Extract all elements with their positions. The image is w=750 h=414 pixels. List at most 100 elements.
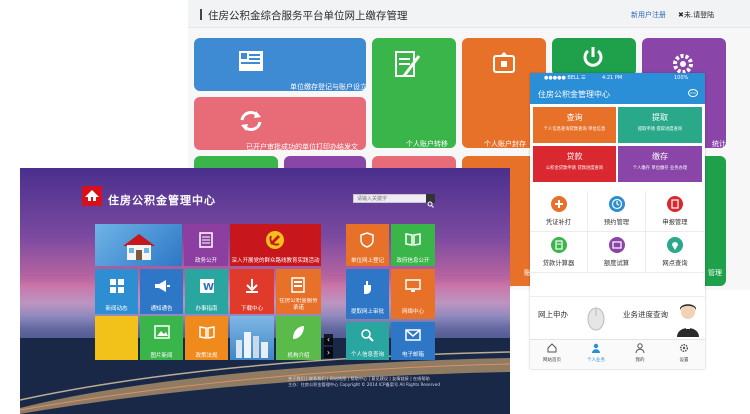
tile-query[interactable]: 查询 个人信息查询贷款查询 单位信息	[533, 107, 616, 143]
bottom-nav: 网站首页 个人业务 我的 设置	[530, 339, 705, 369]
service-label: 申报管理	[662, 219, 688, 226]
center-title: 住房公积金管理中心	[108, 194, 216, 207]
status-time: 4:21 PM	[602, 75, 623, 81]
tile-withdraw-approval[interactable]: 提取网上审批	[346, 269, 389, 319]
nav-home[interactable]: 网站首页	[532, 342, 572, 368]
online-apply-link[interactable]: 网上申办	[538, 309, 568, 320]
picture-icon	[154, 325, 170, 339]
portal-header: 住房公积金综合服务平台单位网上缴存管理 新用户注册 ✖未.请登陆	[188, 0, 750, 28]
status-bar: ●●●●● BELL ☰ 4:21 PM 100%	[530, 73, 705, 83]
location-pin-icon	[667, 237, 683, 253]
tile-party-activity[interactable]: 深入开展党的群众路线教育实践活动	[230, 224, 321, 266]
login-link[interactable]: ✖未.请登陆	[678, 10, 714, 20]
service-voucher-reprint[interactable]: 凭证补打	[530, 191, 588, 232]
tile-policy[interactable]: 政策法规	[185, 316, 228, 360]
search-icon	[427, 201, 434, 208]
tile-label: 个人信息查询	[350, 352, 384, 358]
tile-label: 已开户审批成功的单位打印办结发文	[246, 143, 358, 150]
service-quota-trial[interactable]: 额度试算	[588, 232, 646, 273]
service-appointment[interactable]: 预约管理	[588, 191, 646, 232]
tile-label: 单位网上登记	[350, 258, 384, 264]
tile-print-notice[interactable]: 已开户审批成功的单位打印办结发文	[194, 97, 366, 150]
document-icon	[199, 232, 213, 248]
tile-label: 图片新闻	[150, 353, 173, 359]
tile-house-banner[interactable]	[95, 224, 182, 266]
tile-gov-info[interactable]: 政府信息公开	[391, 224, 435, 266]
agent-avatar-image	[677, 304, 699, 337]
service-label: 预约管理	[603, 219, 630, 226]
party-emblem-icon	[266, 231, 284, 249]
tile-label: 提取网上审批	[350, 309, 384, 315]
service-branch-query[interactable]: 网点查询	[646, 232, 704, 273]
progress-query-link[interactable]: 业务进度查询	[623, 309, 668, 320]
tile-gov-affairs[interactable]: 政务公开	[184, 224, 228, 266]
tile-photo-news[interactable]: 图片新闻	[140, 316, 183, 360]
tile-notices[interactable]: 通知通告	[140, 269, 183, 314]
tile-subtitle: 公积金贷款申请 贷款进度查询	[545, 166, 604, 171]
hand-icon	[364, 281, 371, 294]
nav-label: 个人业务	[587, 358, 605, 363]
calculator-icon	[551, 237, 567, 253]
tile-title: 缴存	[652, 152, 668, 161]
download-icon	[246, 279, 258, 293]
tile-label: 管理	[708, 269, 722, 277]
service-label: 贷款计算器	[542, 260, 575, 267]
magnifier-icon	[361, 329, 374, 342]
tile-news[interactable]: 新闻动态	[95, 269, 138, 314]
service-declaration[interactable]: 申报管理	[646, 191, 704, 232]
tile-unit-online-registration[interactable]: 单位网上登记	[346, 224, 389, 266]
megaphone-icon	[155, 280, 170, 292]
tile-subtitle: 提取申请 提取进度查询	[637, 127, 683, 132]
tray-icon	[493, 52, 515, 73]
document-icon	[667, 196, 683, 212]
clock-icon	[609, 196, 625, 212]
register-link[interactable]: 新用户注册	[631, 10, 666, 20]
tile-withdraw[interactable]: 提取 提取申请 提取进度查询	[618, 107, 702, 143]
book-icon	[405, 233, 421, 246]
grid-icon	[110, 279, 124, 293]
document-list-icon	[291, 277, 305, 293]
service-label: 网点查询	[662, 260, 688, 267]
tile-download[interactable]: 下载中心	[230, 269, 274, 314]
tile-service-promise[interactable]: 住房公积金服务承诺	[276, 269, 321, 314]
prev-arrow[interactable]: ‹	[324, 334, 333, 345]
power-icon	[583, 47, 603, 67]
tile-power[interactable]	[552, 38, 636, 76]
footer-copyright: 主办：住房公积金管理中心 Copyright © 2014 ICP备案号 All…	[288, 382, 441, 387]
plus-icon	[551, 196, 567, 212]
search-button[interactable]	[426, 194, 435, 208]
tile-label: 个人账户封存	[484, 140, 526, 148]
tile-city-photo[interactable]	[230, 316, 274, 360]
user-icon	[635, 343, 645, 353]
book-icon	[199, 326, 215, 339]
service-loan-calculator[interactable]: 贷款计算器	[530, 232, 588, 273]
logo	[82, 186, 102, 206]
tile-org-intro[interactable]: 机构介绍	[276, 316, 321, 360]
shield-icon	[360, 232, 374, 248]
tile-subtitle: 个人信息查询贷款查询 单位信息	[543, 127, 606, 132]
tile-label: 住房公积金服务承诺	[279, 298, 318, 311]
tile-network-center[interactable]: 网络中心	[391, 269, 435, 319]
tile-guide[interactable]: W 办事指南	[185, 269, 228, 314]
tile-loan[interactable]: 贷款 公积金贷款申请 贷款进度查询	[533, 146, 616, 182]
tile-deposit[interactable]: 缴存 个人缴存 单位缴存 业务办理	[618, 146, 702, 182]
screenshot-collage: 住房公积金综合服务平台单位网上缴存管理 新用户注册 ✖未.请登陆 单位缴存登记与…	[0, 0, 750, 414]
tile-edit[interactable]: 个人账户转移	[372, 38, 456, 148]
nav-settings[interactable]: 设置	[664, 342, 704, 368]
nav-personal[interactable]: 个人业务	[576, 342, 616, 368]
chat-icon[interactable]	[688, 89, 698, 98]
next-arrow[interactable]: ›	[324, 347, 333, 358]
tile-unit-registration[interactable]: 单位缴存登记与账户设立	[194, 38, 366, 91]
portal-title-text: 住房公积金综合服务平台单位网上缴存管理	[208, 10, 408, 22]
search-input[interactable]: 请输入关键字	[353, 194, 435, 203]
tile-yellow[interactable]	[95, 316, 138, 360]
promo-banner[interactable]: 网上申办 业务进度查询	[530, 296, 705, 338]
tile-label: 个人账户转移	[406, 140, 448, 148]
tile-personal-query[interactable]: 个人信息查询	[346, 322, 389, 360]
tile-label: 办事指南	[195, 306, 218, 312]
battery-level: 100%	[674, 75, 689, 81]
nav-label: 我的	[635, 358, 645, 363]
nav-mine[interactable]: 我的	[620, 342, 660, 368]
tile-email[interactable]: 电子邮箱	[391, 322, 435, 360]
mobile-app: ●●●●● BELL ☰ 4:21 PM 100% 住房公积金管理中心 查询 个…	[530, 73, 705, 369]
